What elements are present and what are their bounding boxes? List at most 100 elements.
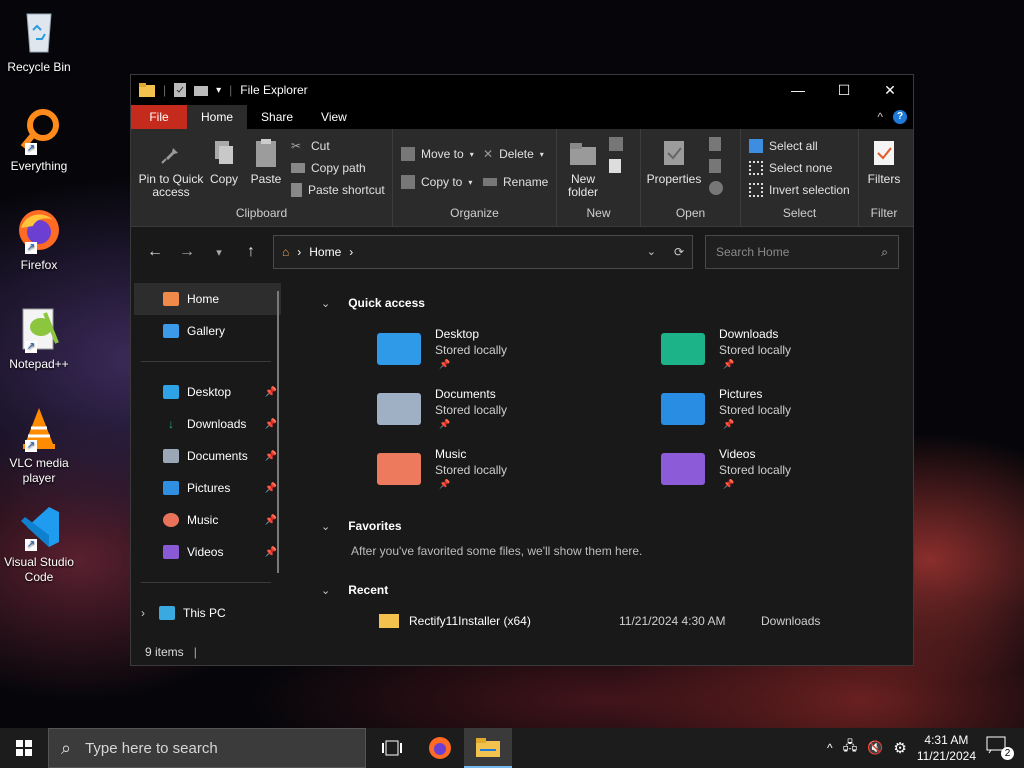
pin-icon[interactable]: 📌 xyxy=(265,547,277,558)
new-item-icon[interactable] xyxy=(609,137,623,151)
desktop-icon-firefox[interactable]: ↗ Firefox xyxy=(2,206,76,273)
favorites-header[interactable]: ⌄ Favorites xyxy=(321,516,402,536)
nav-item-music[interactable]: Music 📌 xyxy=(131,504,281,536)
history-icon[interactable] xyxy=(709,181,723,195)
quick-access-documents[interactable]: Documents Stored locally 📌 xyxy=(377,387,597,437)
music-folder-icon xyxy=(377,453,421,485)
nav-item-gallery[interactable]: Gallery xyxy=(131,315,281,347)
tab-share[interactable]: Share xyxy=(247,105,307,129)
copy-button[interactable]: Copy xyxy=(207,137,241,186)
nav-scrollbar[interactable] xyxy=(277,291,279,573)
copy-to-button[interactable]: Copy to ▾ xyxy=(401,173,472,191)
start-button[interactable] xyxy=(0,728,48,768)
open-icon[interactable] xyxy=(709,137,721,151)
notification-center-button[interactable]: 2 xyxy=(986,736,1016,760)
expand-chevron-icon[interactable]: › xyxy=(141,606,145,620)
customize-qat-icon[interactable]: ▾ xyxy=(216,85,221,96)
copy-path-button[interactable]: Copy path xyxy=(291,159,366,177)
invert-selection-button[interactable]: Invert selection xyxy=(749,181,850,199)
maximize-button[interactable]: ☐ xyxy=(821,75,867,105)
nav-item-documents[interactable]: Documents 📌 xyxy=(131,440,281,472)
network-icon[interactable]: 🖧 xyxy=(843,737,858,759)
quick-access-header[interactable]: ⌄ Quick access xyxy=(321,293,425,313)
paste-button[interactable]: Paste xyxy=(247,137,285,186)
pin-quick-access-button[interactable]: Pin to Quick access xyxy=(135,137,207,199)
up-arrow-icon[interactable]: ↑ xyxy=(235,243,267,261)
close-button[interactable]: ✕ xyxy=(867,75,913,105)
pin-icon: 📌 xyxy=(439,419,451,429)
quick-access-pictures[interactable]: Pictures Stored locally 📌 xyxy=(661,387,881,437)
taskbar-firefox[interactable] xyxy=(416,728,464,768)
desktop-icon-vscode[interactable]: ↗ Visual Studio Code xyxy=(2,503,76,585)
new-folder-button[interactable]: New folder xyxy=(563,137,603,199)
downloads-arrow-icon: ↓ xyxy=(168,417,174,431)
refresh-icon[interactable]: ⟳ xyxy=(674,245,684,259)
pin-icon[interactable]: 📌 xyxy=(265,387,277,398)
desktop-icon-everything[interactable]: ↗ Everything xyxy=(2,107,76,174)
paste-icon xyxy=(251,137,281,169)
desktop-icon-vlc[interactable]: ↗ VLC media player xyxy=(2,404,76,486)
move-to-button[interactable]: Move to ▾ xyxy=(401,145,474,163)
taskbar-search-input[interactable]: ⌕ Type here to search xyxy=(48,728,366,768)
nav-item-home[interactable]: Home xyxy=(134,283,281,315)
nav-item-pictures[interactable]: Pictures 📌 xyxy=(131,472,281,504)
properties-button[interactable]: Properties xyxy=(645,137,703,186)
task-view-button[interactable] xyxy=(368,728,416,768)
pin-icon[interactable]: 📌 xyxy=(265,483,277,494)
new-folder-icon[interactable] xyxy=(194,84,209,96)
nav-item-videos[interactable]: Videos 📌 xyxy=(131,536,281,568)
select-none-button[interactable]: Select none xyxy=(749,159,832,177)
help-icon[interactable]: ? xyxy=(893,110,907,124)
quick-access-desktop[interactable]: Desktop Stored locally 📌 xyxy=(377,327,597,377)
vlc-cone-icon: ↗ xyxy=(15,404,63,452)
ribbon: Pin to Quick access Copy Paste ✂ Cut Cop… xyxy=(131,129,913,227)
paste-shortcut-button[interactable]: Paste shortcut xyxy=(291,181,385,199)
pin-label: Pin to Quick access xyxy=(138,172,204,199)
pin-icon[interactable]: 📌 xyxy=(265,451,277,462)
collapse-ribbon-icon[interactable]: ^ xyxy=(877,110,883,124)
recent-header[interactable]: ⌄ Recent xyxy=(321,580,388,600)
cut-button[interactable]: ✂ Cut xyxy=(291,137,330,155)
forward-arrow-icon[interactable]: → xyxy=(171,243,203,261)
nav-item-downloads[interactable]: ↓ Downloads 📌 xyxy=(131,408,281,440)
edit-icon[interactable] xyxy=(709,159,721,173)
easy-access-icon[interactable] xyxy=(609,159,621,173)
recent-row[interactable]: Rectify11Installer (x64) 11/21/2024 4:30… xyxy=(379,611,849,631)
select-all-button[interactable]: Select all xyxy=(749,137,818,155)
rename-button[interactable]: Rename xyxy=(483,173,548,191)
nav-item-this-pc[interactable]: › This PC xyxy=(131,597,281,629)
tab-view[interactable]: View xyxy=(307,105,361,129)
clock[interactable]: 4:31 AM 11/21/2024 xyxy=(917,732,976,764)
desktop-icon-notepad[interactable]: ↗ Notepad++ xyxy=(2,305,76,372)
navigation-pane: Home Gallery Desktop 📌 ↓ Downloads 📌 Doc… xyxy=(131,277,281,639)
taskbar-file-explorer[interactable] xyxy=(464,728,512,768)
settings-gear-icon[interactable]: ⚙ xyxy=(893,739,906,757)
back-arrow-icon[interactable]: ← xyxy=(139,243,171,261)
address-field[interactable]: ⌂ › Home › ⌄ ⟳ xyxy=(273,235,693,269)
breadcrumb-home[interactable]: Home xyxy=(309,245,341,259)
search-input[interactable]: Search Home ⌕ xyxy=(705,235,899,269)
minimize-button[interactable]: — xyxy=(775,75,821,105)
title-bar[interactable]: | ▾ | File Explorer — ☐ ✕ xyxy=(131,75,913,105)
window-title: File Explorer xyxy=(240,83,308,97)
nav-item-desktop[interactable]: Desktop 📌 xyxy=(131,376,281,408)
dropdown-arrow-icon: ▾ xyxy=(539,149,544,159)
recent-locations-chevron-icon[interactable]: ▾ xyxy=(203,246,235,259)
tab-file[interactable]: File xyxy=(131,105,187,129)
filters-button[interactable]: Filters xyxy=(863,137,905,186)
desktop-icon-recycle-bin[interactable]: Recycle Bin xyxy=(2,8,76,75)
file-explorer-window: | ▾ | File Explorer — ☐ ✕ File Home Shar… xyxy=(130,74,914,666)
tab-home[interactable]: Home xyxy=(187,105,248,129)
pin-icon[interactable]: 📌 xyxy=(265,419,277,430)
address-dropdown-icon[interactable]: ⌄ xyxy=(647,245,656,259)
properties-check-icon[interactable] xyxy=(174,83,187,97)
quick-access-music[interactable]: Music Stored locally 📌 xyxy=(377,447,597,497)
quick-access-downloads[interactable]: Downloads Stored locally 📌 xyxy=(661,327,881,377)
volume-muted-icon[interactable]: 🔇 xyxy=(867,740,883,756)
delete-button[interactable]: ✕ Delete ▾ xyxy=(483,145,544,163)
separator: | xyxy=(163,83,167,97)
move-to-label: Move to xyxy=(421,147,464,161)
pin-icon[interactable]: 📌 xyxy=(265,515,277,526)
show-hidden-icons-chevron-icon[interactable]: ^ xyxy=(827,741,833,755)
quick-access-videos[interactable]: Videos Stored locally 📌 xyxy=(661,447,881,497)
